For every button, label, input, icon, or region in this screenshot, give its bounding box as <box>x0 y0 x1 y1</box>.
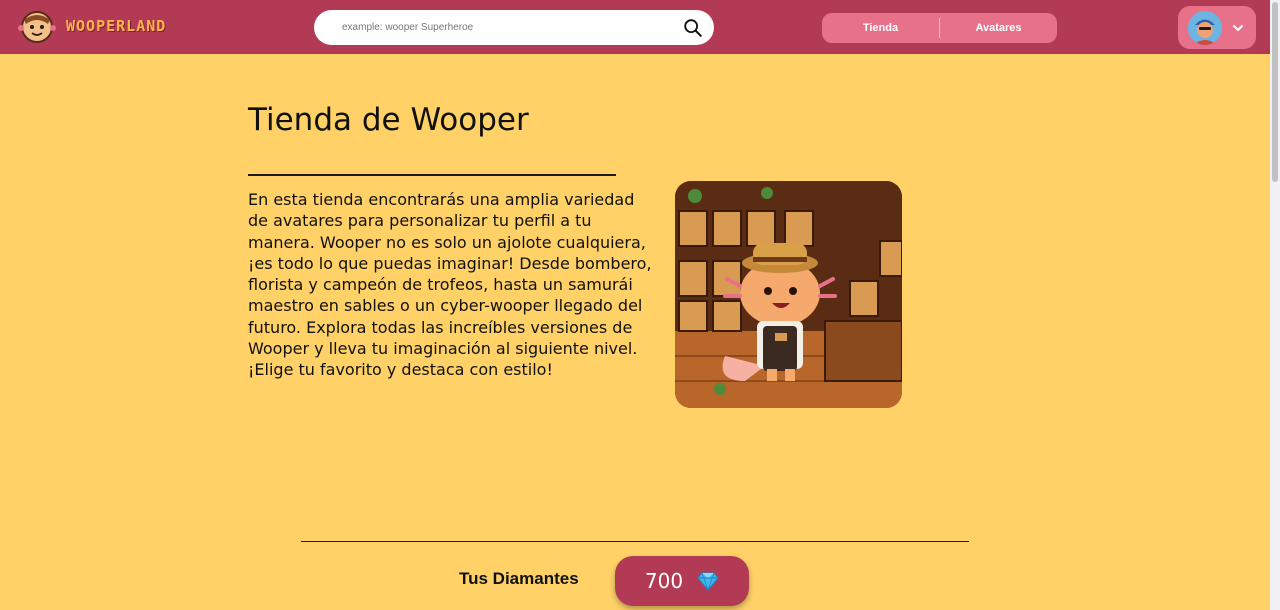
wooper-shopkeeper-image <box>675 181 902 408</box>
search-icon[interactable] <box>682 17 704 39</box>
page-title: Tienda de Wooper <box>248 102 529 138</box>
avatar <box>1188 10 1222 45</box>
brand-logo[interactable]: WOOPERLAND <box>18 8 166 44</box>
title-divider <box>248 174 616 176</box>
shop-description: En esta tienda encontrarás una amplia va… <box>248 190 652 380</box>
main-nav: Tienda Avatares <box>822 13 1057 43</box>
search-input[interactable] <box>342 22 682 33</box>
page-scrollbar[interactable] <box>1270 0 1280 610</box>
nav-item-avatares[interactable]: Avatares <box>940 22 1057 34</box>
diamonds-label: Tus Diamantes <box>459 569 579 588</box>
search-bar <box>314 10 714 45</box>
top-navbar: WOOPERLAND Tienda Avatares <box>0 0 1270 54</box>
brand-name: WOOPERLAND <box>66 17 167 35</box>
profile-menu-button[interactable] <box>1178 6 1256 49</box>
section-divider <box>301 541 969 542</box>
chevron-down-icon <box>1233 24 1243 31</box>
diamond-icon <box>697 572 719 591</box>
nav-item-tienda[interactable]: Tienda <box>822 22 939 34</box>
diamonds-count: 700 <box>644 569 684 593</box>
diamonds-balance-button[interactable]: 700 <box>615 556 749 606</box>
wooper-logo-icon <box>18 8 56 44</box>
scrollbar-thumb[interactable] <box>1272 2 1278 182</box>
